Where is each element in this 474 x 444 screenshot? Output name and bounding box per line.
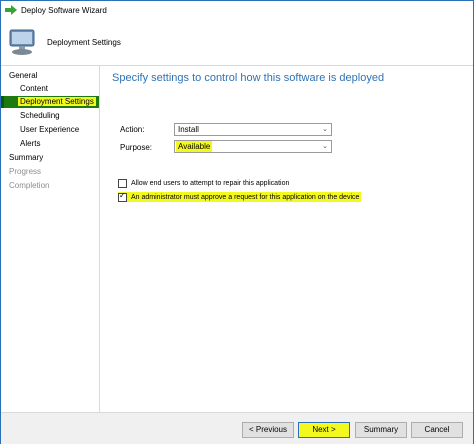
computer-icon (9, 29, 35, 55)
purpose-label: Purpose: (120, 143, 153, 152)
wizard-header: Deployment Settings (1, 19, 473, 66)
chevron-down-icon: ⌄ (322, 126, 328, 133)
sidebar-item-deployment-settings[interactable]: Deployment Settings (1, 96, 99, 108)
page-heading: Specify settings to control how this sof… (112, 72, 385, 84)
sidebar-item-general[interactable]: General (1, 70, 99, 82)
checkmark-icon: ✓ (119, 190, 126, 200)
chevron-down-icon: ⌄ (322, 143, 328, 150)
purpose-value: Available (176, 141, 213, 152)
button-bar: < Previous Next > Summary Cancel (1, 412, 473, 444)
action-value: Install (178, 125, 199, 134)
sidebar-item-label: Progress (9, 167, 42, 176)
repair-option[interactable]: Allow end users to attempt to repair thi… (118, 178, 289, 188)
repair-checkbox[interactable] (118, 178, 127, 188)
sidebar-item-label: Completion (9, 181, 50, 190)
green-arrow-icon (5, 5, 17, 15)
sidebar-item-progress: Progress (1, 166, 99, 178)
sidebar-item-summary[interactable]: Summary (1, 152, 99, 164)
window-title: Deploy Software Wizard (21, 5, 107, 15)
sidebar-item-alerts[interactable]: Alerts (1, 138, 99, 150)
action-label: Action: (120, 125, 145, 134)
sidebar-item-label: User Experience (20, 125, 80, 134)
sidebar-item-label: Content (20, 84, 49, 93)
sidebar-item-user-experience[interactable]: User Experience (1, 124, 99, 136)
sidebar-item-label: Deployment Settings (18, 97, 96, 106)
approval-option[interactable]: ✓ An administrator must approve a reques… (118, 190, 362, 202)
sidebar-item-label: Alerts (20, 139, 41, 148)
repair-checkbox-label: Allow end users to attempt to repair thi… (131, 179, 290, 187)
approval-checkbox-label: An administrator must approve a request … (131, 193, 360, 201)
wizard-window: Deploy Software Wizard Deployment Settin… (0, 0, 474, 444)
page-title: Deployment Settings (47, 38, 121, 47)
sidebar-item-completion: Completion (1, 180, 99, 192)
summary-button[interactable]: Summary (355, 422, 407, 438)
action-dropdown[interactable]: Install ⌄ (174, 123, 332, 136)
sidebar-item-content[interactable]: Content (1, 83, 99, 95)
cancel-button[interactable]: Cancel (411, 422, 463, 438)
previous-button[interactable]: < Previous (242, 422, 294, 438)
active-indicator (1, 96, 4, 108)
sidebar-item-label: Scheduling (20, 111, 60, 120)
purpose-dropdown[interactable]: Available ⌄ (174, 140, 332, 153)
wizard-navigation: General Content Deployment Settings Sche… (1, 66, 100, 412)
sidebar-item-label: Summary (9, 153, 44, 162)
sidebar-item-label: General (9, 71, 38, 80)
next-button[interactable]: Next > (298, 422, 350, 438)
main-panel: Specify settings to control how this sof… (100, 66, 473, 412)
sidebar-item-scheduling[interactable]: Scheduling (1, 110, 99, 122)
title-bar: Deploy Software Wizard (1, 1, 473, 19)
approval-checkbox[interactable]: ✓ (118, 190, 127, 202)
